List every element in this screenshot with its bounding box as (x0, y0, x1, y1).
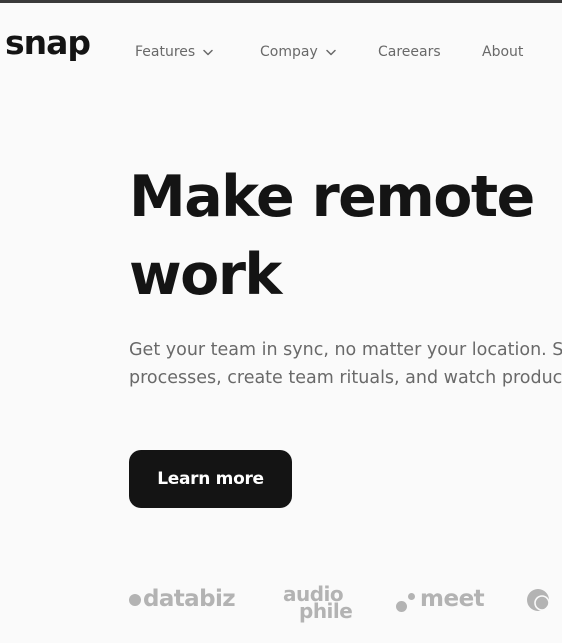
nav-item-about[interactable]: About (482, 44, 523, 60)
nav-item-label: About (482, 44, 524, 60)
audiophile-logo: audio phile (283, 584, 363, 621)
nav-item-label: Careears (378, 44, 441, 60)
hero-headline: Make remote work (129, 164, 535, 308)
nav-item-company[interactable]: Compay (260, 44, 336, 60)
hero-subtext: Get your team in sync, no matter your lo… (129, 340, 562, 388)
nav-item-label: Compay (260, 44, 318, 60)
meet-wordmark: meet (420, 586, 485, 612)
databiz-wordmark: databiz (143, 586, 236, 612)
meet-logo: meet (396, 586, 485, 612)
top-border (0, 0, 562, 3)
site-logo[interactable]: snap (5, 26, 91, 59)
learn-more-button[interactable]: Learn more (129, 450, 292, 508)
client-logos: databiz audio phile meet (0, 582, 562, 632)
databiz-dot-icon (129, 593, 141, 606)
chevron-down-icon (325, 49, 336, 55)
nav-item-careers[interactable]: Careears (378, 44, 441, 60)
chevron-down-icon (203, 49, 213, 55)
hero-section: Make remote work Get your team in sync, … (129, 158, 562, 618)
meet-dots-icon (396, 589, 418, 612)
nav-item-features[interactable]: Features (135, 44, 213, 60)
nav-item-label: Features (135, 44, 196, 60)
databiz-logo: databiz (129, 586, 236, 612)
maker-logo-icon (527, 589, 550, 611)
